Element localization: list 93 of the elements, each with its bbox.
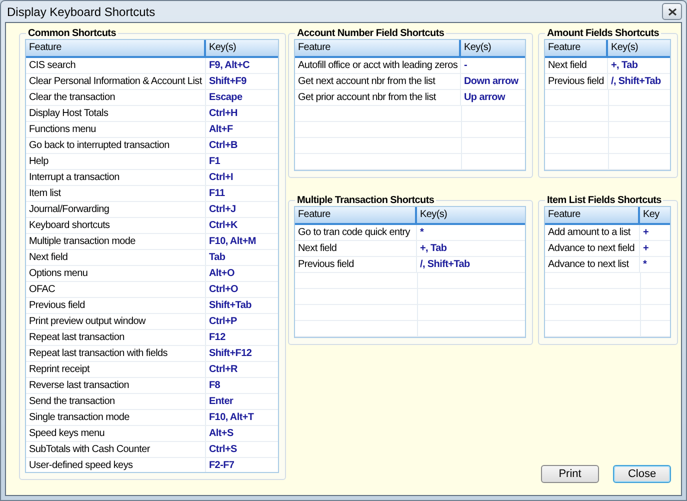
key-cell-text: Tab	[208, 251, 226, 265]
feature-cell: Go to tran code quick entry	[295, 225, 417, 240]
feature-cell: Help	[26, 154, 206, 169]
feature-cell: Send the transaction	[26, 394, 206, 409]
key-cell-text: Alt+S	[208, 427, 234, 441]
column-header[interactable]: Feature	[295, 40, 461, 56]
feature-cell: Previous field	[26, 298, 206, 313]
column-header[interactable]: Feature	[295, 207, 417, 223]
key-cell-text: +, Tab	[610, 59, 639, 73]
key-cell-text: F8	[208, 379, 222, 393]
key-cell-text: -	[463, 59, 468, 73]
key-cell-text: Enter	[208, 395, 234, 409]
key-cell-text: *	[419, 226, 425, 240]
feature-cell: OFAC	[26, 282, 206, 297]
panel-title: Item List Fields Shortcuts	[546, 195, 662, 206]
key-cell-text: Down arrow	[463, 75, 520, 89]
key-cell-text: Ctrl+I	[208, 171, 234, 185]
feature-cell: Multiple transaction mode	[26, 234, 206, 249]
feature-cell: Previous field	[545, 74, 608, 89]
key-cell-text: /, Shift+Tab	[419, 258, 471, 272]
feature-cell: Add amount to a list	[545, 225, 640, 240]
feature-cell: Next field	[295, 241, 417, 256]
key-cell-text: +, Tab	[419, 242, 448, 256]
column-header[interactable]: Feature	[545, 207, 640, 223]
key-cell-text: Shift+Tab	[208, 299, 252, 313]
key-cell-text: F9, Alt+C	[208, 59, 251, 73]
panel-title: Multiple Transaction Shortcuts	[296, 195, 436, 206]
key-cell-text: +	[642, 226, 650, 240]
feature-cell: Functions menu	[26, 122, 206, 137]
close-icon[interactable]	[662, 3, 682, 20]
key-cell-text: /, Shift+Tab	[610, 75, 662, 89]
key-cell-text: Ctrl+J	[208, 203, 237, 217]
key-cell-text: Ctrl+B	[208, 139, 238, 153]
key-cell-text: Ctrl+R	[208, 363, 238, 377]
feature-cell: Journal/Forwarding	[26, 202, 206, 217]
column-header[interactable]: Feature	[545, 40, 608, 56]
panel-title: Account Number Field Shortcuts	[296, 28, 446, 39]
column-header[interactable]: Key(s)	[206, 40, 278, 56]
feature-cell: CIS search	[26, 58, 206, 73]
feature-cell: Advance to next list	[545, 257, 640, 272]
feature-cell: Clear the transaction	[26, 90, 206, 105]
feature-cell: Print preview output window	[26, 314, 206, 329]
feature-cell: Options menu	[26, 266, 206, 281]
key-cell-text: F11	[208, 187, 226, 201]
window-title: Display Keyboard Shortcuts	[7, 4, 156, 18]
key-cell-text: F10, Alt+T	[208, 411, 255, 425]
column-header[interactable]: Key(s)	[608, 40, 670, 56]
panel-title: Amount Fields Shortcuts	[546, 28, 660, 39]
close-button[interactable]: Close	[613, 465, 671, 483]
column-header[interactable]: Feature	[26, 40, 206, 56]
key-cell-text: Alt+F	[208, 123, 234, 137]
feature-cell: Clear Personal Information & Account List	[26, 74, 206, 89]
feature-cell: Advance to next field	[545, 241, 640, 256]
key-cell-text: Ctrl+H	[208, 107, 238, 121]
feature-cell: Keyboard shortcuts	[26, 218, 206, 233]
key-cell-text: +	[642, 242, 650, 256]
feature-cell: User-defined speed keys	[26, 458, 206, 472]
feature-cell: Repeat last transaction	[26, 330, 206, 345]
key-cell-text: Ctrl+P	[208, 315, 238, 329]
feature-cell: SubTotals with Cash Counter	[26, 442, 206, 457]
feature-cell: Display Host Totals	[26, 106, 206, 121]
key-cell-text: Shift+F9	[208, 75, 248, 89]
key-cell-text: F12	[208, 331, 226, 345]
feature-cell: Speed keys menu	[26, 426, 206, 441]
feature-cell: Item list	[26, 186, 206, 201]
feature-cell: Autofill office or acct with leading zeros	[295, 58, 461, 73]
key-cell-text: Ctrl+O	[208, 283, 240, 297]
column-header[interactable]: Key(s)	[417, 207, 525, 223]
feature-cell: Single transaction mode	[26, 410, 206, 425]
feature-cell: Reprint receipt	[26, 362, 206, 377]
print-button[interactable]: Print	[541, 465, 599, 483]
feature-cell: Repeat last transaction with fields	[26, 346, 206, 361]
feature-cell: Next field	[26, 250, 206, 265]
feature-cell: Go back to interrupted transaction	[26, 138, 206, 153]
feature-cell: Previous field	[295, 257, 417, 272]
key-cell-text: Ctrl+K	[208, 219, 238, 233]
feature-cell: Interrupt a transaction	[26, 170, 206, 185]
key-cell-text: *	[642, 258, 648, 272]
key-cell-text: Up arrow	[463, 91, 506, 105]
key-cell-text: F10, Alt+M	[208, 235, 257, 249]
column-header[interactable]: Key(s)	[461, 40, 525, 56]
key-cell-text: Alt+O	[208, 267, 236, 281]
feature-cell: Next field	[545, 58, 608, 73]
feature-cell: Reverse last transaction	[26, 378, 206, 393]
feature-cell: Get prior account nbr from the list	[295, 90, 461, 105]
panel-title: Common Shortcuts	[27, 28, 117, 39]
key-cell-text: F1	[208, 155, 222, 169]
feature-cell: Get next account nbr from the list	[295, 74, 461, 89]
key-cell-text: F2-F7	[208, 459, 236, 472]
key-cell-text: Shift+F12	[208, 347, 253, 361]
key-cell-text: Ctrl+S	[208, 443, 238, 457]
column-header[interactable]: Key	[640, 207, 670, 223]
key-cell-text: Escape	[208, 91, 244, 105]
